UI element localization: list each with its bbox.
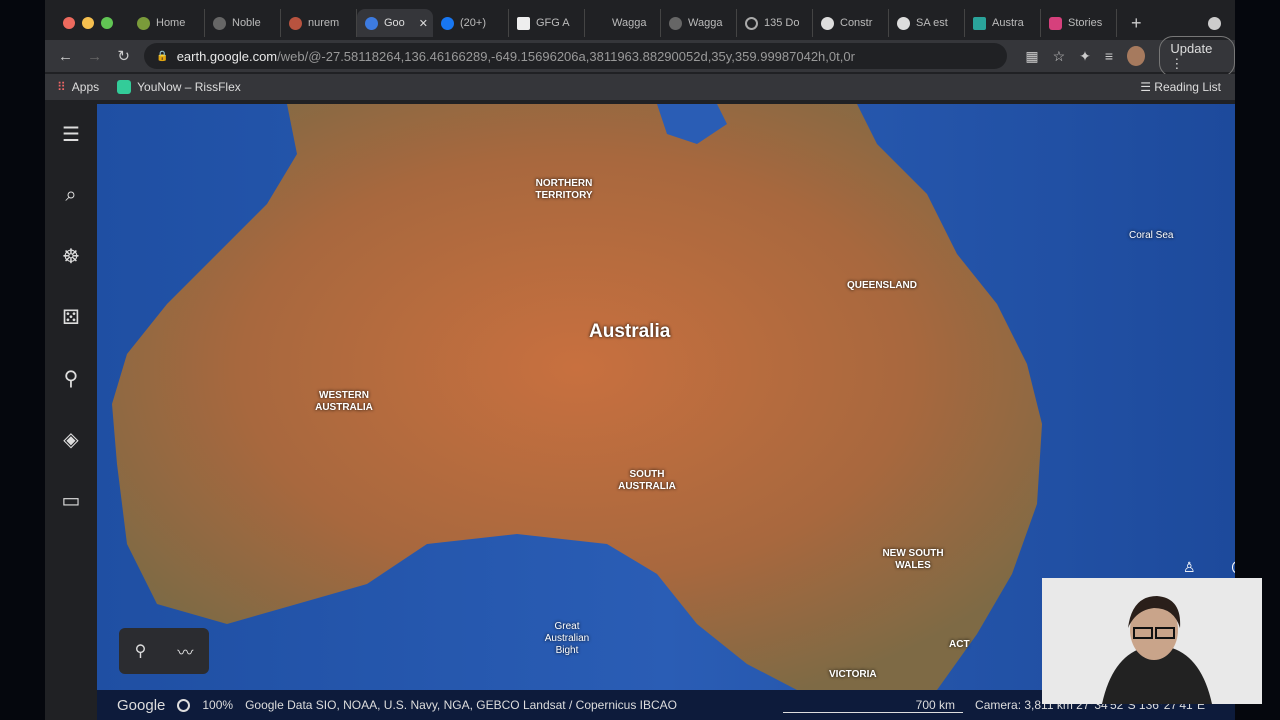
avatar[interactable] — [1127, 46, 1146, 66]
qr-code-icon[interactable]: ▦ — [1025, 48, 1038, 65]
wikipedia-icon — [517, 16, 530, 30]
tab-label: GFG A — [536, 17, 570, 29]
tab-label: Goo — [384, 17, 405, 29]
search-icon[interactable]: ⌕ — [45, 165, 97, 226]
instagram-icon — [1049, 16, 1062, 30]
earth-icon — [365, 16, 378, 30]
new-tab-button[interactable]: + — [1131, 13, 1142, 34]
projects-pin-icon[interactable]: ⚲ — [45, 348, 97, 409]
feeling-lucky-dice-icon[interactable]: ⚄ — [45, 287, 97, 348]
draw-line-icon[interactable]: 〰 — [177, 639, 193, 663]
tab-label: Austra — [992, 17, 1024, 29]
label-australia: Australia — [589, 321, 671, 342]
tab[interactable]: 135 Do — [737, 9, 813, 37]
label-victoria: VICTORIA — [829, 669, 877, 680]
tab[interactable]: Austra — [965, 9, 1041, 37]
tab[interactable]: Constr — [813, 9, 889, 37]
forward-icon[interactable]: → — [80, 48, 109, 65]
favicon-icon — [821, 16, 834, 30]
window-controls — [63, 17, 113, 29]
tab-label: nurem — [308, 17, 340, 29]
bookmark-younow[interactable]: YouNow – RissFlex — [137, 80, 241, 94]
tab-google-earth-active[interactable]: Goo ✕ — [357, 9, 433, 37]
favicon-icon — [593, 17, 606, 30]
facebook-icon — [441, 16, 454, 30]
minimize-window-button[interactable] — [82, 17, 94, 29]
tab-label: Noble — [232, 17, 261, 29]
url-path: /web/@-27.58118264,136.46166289,-649.156… — [277, 48, 855, 64]
label-western-australia: WESTERN AUSTRALIA — [315, 390, 373, 413]
attribution[interactable]: Google Data SIO, NOAA, U.S. Navy, NGA, G… — [245, 698, 677, 712]
address-bar[interactable]: 🔒 earth.google.com/web/@-27.58118264,136.… — [144, 43, 1008, 69]
label-great-australian-bight: Great Australian Bight — [544, 621, 590, 656]
clock-icon — [745, 16, 758, 30]
tab-label: Wagga — [688, 17, 723, 29]
favicon-icon — [137, 16, 150, 30]
webcam-overlay — [1042, 578, 1262, 704]
extensions-icon[interactable]: ✦ — [1079, 48, 1091, 65]
tab[interactable]: Noble — [205, 9, 281, 37]
close-tab-icon[interactable]: ✕ — [419, 17, 428, 30]
favicon-icon — [289, 16, 302, 30]
update-label: Update — [1170, 40, 1213, 56]
tab-label: Home — [156, 17, 186, 29]
my-location-icon[interactable]: ◎ — [1231, 556, 1235, 577]
map-tools: ⚲ 〰 — [119, 628, 209, 674]
tab-label: 135 Do — [764, 17, 800, 29]
back-icon[interactable]: ← — [51, 48, 80, 65]
reading-list-icon[interactable]: ≡ — [1105, 48, 1113, 64]
label-queensland: QUEENSLAND — [847, 280, 918, 291]
voyager-icon[interactable]: ☸ — [45, 226, 97, 287]
tab[interactable]: GFG A — [509, 9, 585, 37]
loading-ring-icon — [177, 698, 191, 712]
reload-icon[interactable]: ↻ — [109, 47, 138, 65]
scale-bar: 700 km — [783, 698, 964, 713]
favicon-icon — [973, 16, 986, 30]
globe-icon — [669, 16, 682, 30]
toolbar: ← → ↻ 🔒 earth.google.com/web/@-27.5811826… — [45, 35, 1235, 77]
tab-label: (20+) — [460, 17, 486, 29]
measure-ruler-icon[interactable]: ▭ — [45, 470, 97, 531]
label-act: ACT — [949, 639, 970, 650]
bookmark-apps[interactable]: Apps — [72, 80, 99, 94]
bookmarks-bar: ⠿ Apps YouNow – RissFlex ☰ Reading List — [45, 74, 1235, 100]
tab-search-icon[interactable] — [1208, 16, 1221, 30]
menu-icon[interactable]: ☰ — [45, 104, 97, 165]
update-button[interactable]: Update ⋮ — [1159, 35, 1235, 77]
favicon-icon — [897, 16, 910, 30]
lock-icon: 🔒 — [156, 50, 169, 62]
earth-sidebar: ☰ ⌕ ☸ ⚄ ⚲ ◈ ▭ — [45, 104, 97, 690]
tab[interactable]: Wagga — [585, 9, 661, 37]
bookmark-star-icon[interactable]: ☆ — [1053, 48, 1066, 65]
tab[interactable]: SA est — [889, 9, 965, 37]
tab-label: Constr — [840, 17, 873, 29]
reading-list-label: Reading List — [1154, 80, 1221, 94]
tab[interactable]: Stories — [1041, 9, 1117, 37]
add-placemark-icon[interactable]: ⚲ — [135, 641, 147, 661]
maximize-window-button[interactable] — [101, 17, 113, 29]
webcam-person-image — [1102, 596, 1212, 704]
tab[interactable]: nurem — [281, 9, 357, 37]
pegman-icon[interactable]: ♙ — [1183, 559, 1196, 576]
younow-icon — [117, 80, 132, 94]
load-percent: 100% — [202, 698, 234, 712]
tab-label: Wagga — [612, 17, 647, 29]
label-coral-sea: Coral Sea — [1129, 230, 1174, 241]
label-northern-territory: NORTHERN TERRITORY — [535, 178, 593, 201]
url-host: earth.google.com — [176, 48, 278, 64]
tab[interactable]: (20+) — [433, 9, 509, 37]
google-logo: Google — [117, 696, 166, 714]
reading-list-button[interactable]: ☰ Reading List — [1140, 80, 1221, 94]
map-style-layers-icon[interactable]: ◈ — [45, 409, 97, 470]
label-new-south-wales: NEW SOUTH WALES — [882, 548, 944, 571]
globe-icon — [213, 16, 226, 30]
close-window-button[interactable] — [63, 17, 75, 29]
apps-grid-icon: ⠿ — [57, 80, 66, 94]
tab[interactable]: Home — [129, 9, 205, 37]
tab-bar: Home Noble nurem Goo ✕ (20+) GFG A Wagga … — [45, 8, 1235, 38]
tab-label: Stories — [1068, 17, 1103, 29]
tab-label: SA est — [916, 17, 948, 29]
tab[interactable]: Wagga — [661, 9, 737, 37]
label-south-australia: SOUTH AUSTRALIA — [618, 469, 676, 492]
